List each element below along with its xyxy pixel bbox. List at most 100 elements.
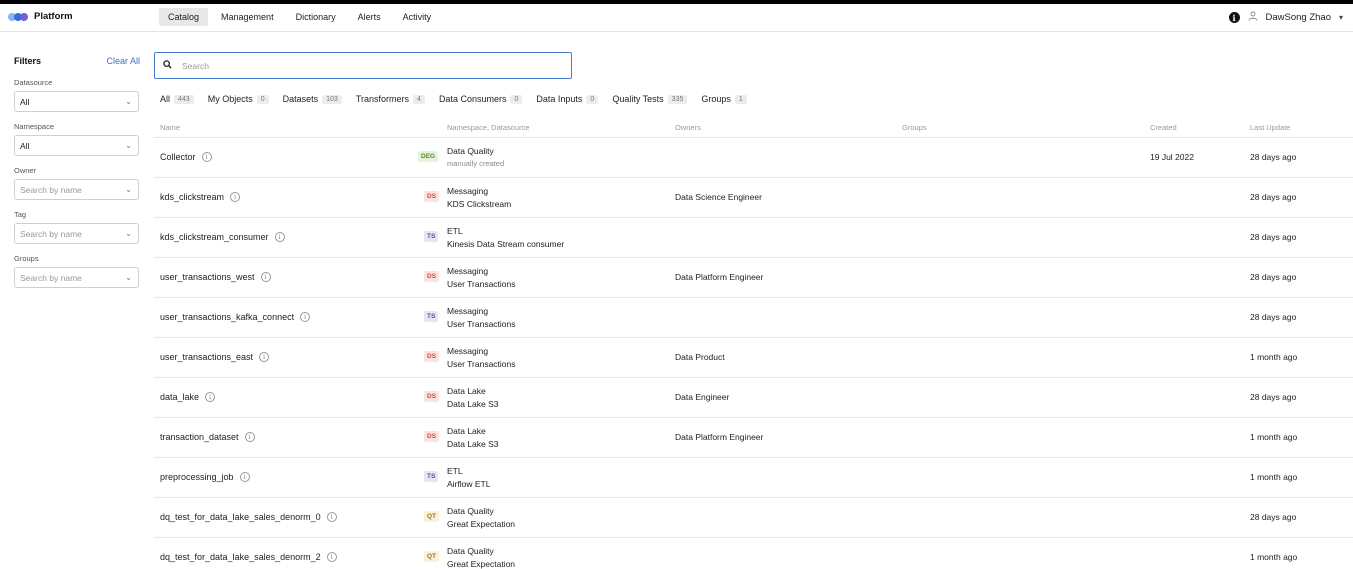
object-name-link[interactable]: Collector <box>160 152 196 162</box>
table-row[interactable]: dq_test_for_data_lake_sales_denorm_2 i QT D… <box>154 538 1353 569</box>
filter-value: Search by name <box>20 228 82 239</box>
object-name-link[interactable]: user_transactions_east <box>160 352 253 362</box>
object-type-badge: DS <box>424 271 440 282</box>
col-owners[interactable]: Owners <box>675 123 701 132</box>
nav-activity[interactable]: Activity <box>394 8 441 26</box>
namespace-text: ETL <box>447 466 463 476</box>
object-name-link[interactable]: dq_test_for_data_lake_sales_denorm_0 <box>160 512 321 522</box>
tab-groups[interactable]: Groups 1 <box>701 94 747 104</box>
object-name-link[interactable]: user_transactions_west <box>160 272 255 282</box>
tab-data-consumers[interactable]: Data Consumers 0 <box>439 94 523 104</box>
owner-cell: Data Platform Engineer <box>675 432 764 442</box>
datasource-text: Data Lake S3 <box>447 438 499 449</box>
info-icon[interactable]: i <box>326 552 337 562</box>
main-nav: Catalog Management Dictionary Alerts Act… <box>159 8 440 26</box>
table-row[interactable]: data_lake i DS Data Lake Data Lake S3 Data En… <box>154 378 1353 418</box>
object-name-link[interactable]: transaction_dataset <box>160 432 239 442</box>
filter-fields: Datasource All ⌄ Namespace All ⌄ Owner Search b… <box>14 78 140 288</box>
namespace-text: Messaging <box>447 346 489 356</box>
object-name-link[interactable]: preprocessing_job <box>160 472 234 482</box>
owner-cell: Data Engineer <box>675 392 730 402</box>
datasource-text: Airflow ETL <box>447 478 491 489</box>
table-row[interactable]: transaction_dataset i DS Data Lake Data Lake… <box>154 418 1353 458</box>
object-type-badge: QT <box>424 511 440 522</box>
tab-count-badge: 0 <box>256 94 269 104</box>
nav-alerts[interactable]: Alerts <box>349 8 390 26</box>
last-update-cell: 28 days ago <box>1250 192 1297 202</box>
filter-select-owner[interactable]: Search by name ⌄ <box>14 179 139 200</box>
info-icon[interactable]: i <box>274 232 285 242</box>
table-row[interactable]: kds_clickstream i DS Messaging KDS Clickstre… <box>154 178 1353 218</box>
tab-all[interactable]: All 443 <box>160 94 194 104</box>
object-name-link[interactable]: kds_clickstream_consumer <box>160 232 269 242</box>
info-icon[interactable]: i <box>300 312 311 322</box>
user-name[interactable]: DawSong Zhao <box>1266 12 1331 23</box>
datasource-text: User Transactions <box>447 358 516 369</box>
search-box[interactable] <box>154 52 572 79</box>
app-logo[interactable]: Platform <box>8 11 73 22</box>
row-name-cell: kds_clickstream i <box>160 192 241 202</box>
table-row[interactable]: dq_test_for_data_lake_sales_denorm_0 i QT D… <box>154 498 1353 538</box>
col-namespace[interactable]: Namespace, Datasource <box>447 123 530 132</box>
nav-management[interactable]: Management <box>212 8 283 26</box>
filter-select-namespace[interactable]: All ⌄ <box>14 135 139 156</box>
nav-dictionary[interactable]: Dictionary <box>287 8 345 26</box>
col-created[interactable]: Created <box>1150 123 1177 132</box>
table-row[interactable]: user_transactions_west i DS Messaging User T… <box>154 258 1353 298</box>
created-cell: 19 Jul 2022 <box>1150 152 1194 162</box>
info-icon[interactable]: i <box>260 272 271 282</box>
col-groups[interactable]: Groups <box>902 123 927 132</box>
user-icon <box>1248 11 1258 24</box>
object-name-link[interactable]: kds_clickstream <box>160 192 224 202</box>
tab-data-inputs[interactable]: Data Inputs 0 <box>536 94 599 104</box>
table-row[interactable]: user_transactions_east i DS Messaging User T… <box>154 338 1353 378</box>
namespace-text: Data Lake <box>447 426 486 436</box>
tab-datasets[interactable]: Datasets 103 <box>283 94 342 104</box>
object-name-link[interactable]: dq_test_for_data_lake_sales_denorm_2 <box>160 552 321 562</box>
info-icon[interactable]: i <box>239 472 250 482</box>
tab-label: Data Inputs <box>536 94 583 104</box>
table-body: Collector i DEG Data Quality manually create… <box>154 138 1353 569</box>
namespace-cell: Messaging KDS Clickstream <box>447 185 511 210</box>
table-row[interactable]: Collector i DEG Data Quality manually create… <box>154 138 1353 178</box>
datasource-text: Great Expectation <box>447 518 516 529</box>
col-last-update[interactable]: Last Update <box>1250 123 1290 132</box>
owner-cell: Data Science Engineer <box>675 192 762 202</box>
info-icon[interactable]: i <box>326 512 337 522</box>
table-row[interactable]: user_transactions_kafka_connect i TS Messag… <box>154 298 1353 338</box>
object-type-badge: DS <box>424 351 440 362</box>
table-row[interactable]: preprocessing_job i TS ETL Airflow ETL 1 mont… <box>154 458 1353 498</box>
info-icon[interactable]: i <box>259 352 270 362</box>
tab-count-badge: 0 <box>586 94 599 104</box>
tab-transformers[interactable]: Transformers 4 <box>356 94 425 104</box>
tab-my-objects[interactable]: My Objects 0 <box>208 94 269 104</box>
clear-all-button[interactable]: Clear All <box>106 56 140 66</box>
chevron-down-icon: ⌄ <box>125 141 132 150</box>
top-bar: Platform Catalog Management Dictionary A… <box>0 4 1353 32</box>
search-input[interactable] <box>182 60 562 71</box>
namespace-text: Data Quality <box>447 146 494 156</box>
info-icon[interactable]: i <box>244 432 255 442</box>
nav-catalog[interactable]: Catalog <box>159 8 209 26</box>
filter-select-datasource[interactable]: All ⌄ <box>14 91 139 112</box>
datasource-text: Great Expectation <box>447 558 516 569</box>
chevron-down-icon[interactable]: ▾ <box>1339 13 1343 22</box>
object-name-link[interactable]: user_transactions_kafka_connect <box>160 312 294 322</box>
info-icon[interactable]: i <box>1228 12 1240 23</box>
object-name-link[interactable]: data_lake <box>160 392 199 402</box>
filter-select-groups[interactable]: Search by name ⌄ <box>14 267 139 288</box>
tab-count-badge: 1 <box>734 94 747 104</box>
info-icon[interactable]: i <box>230 192 241 202</box>
tab-count-badge: 335 <box>667 94 688 104</box>
chevron-down-icon: ⌄ <box>125 273 132 282</box>
col-name[interactable]: Name <box>160 123 180 132</box>
info-icon[interactable]: i <box>201 152 212 162</box>
info-icon[interactable]: i <box>205 392 216 402</box>
object-type-badge: DS <box>424 391 440 402</box>
namespace-text: Messaging <box>447 306 489 316</box>
filter-select-tag[interactable]: Search by name ⌄ <box>14 223 139 244</box>
table-row[interactable]: kds_clickstream_consumer i TS ETL Kinesis Da… <box>154 218 1353 258</box>
type-tabs: All 443 My Objects 0 Datasets 103 Transformers… <box>160 94 747 104</box>
tab-quality-tests[interactable]: Quality Tests 335 <box>612 94 688 104</box>
row-name-cell: user_transactions_kafka_connect i <box>160 312 311 322</box>
